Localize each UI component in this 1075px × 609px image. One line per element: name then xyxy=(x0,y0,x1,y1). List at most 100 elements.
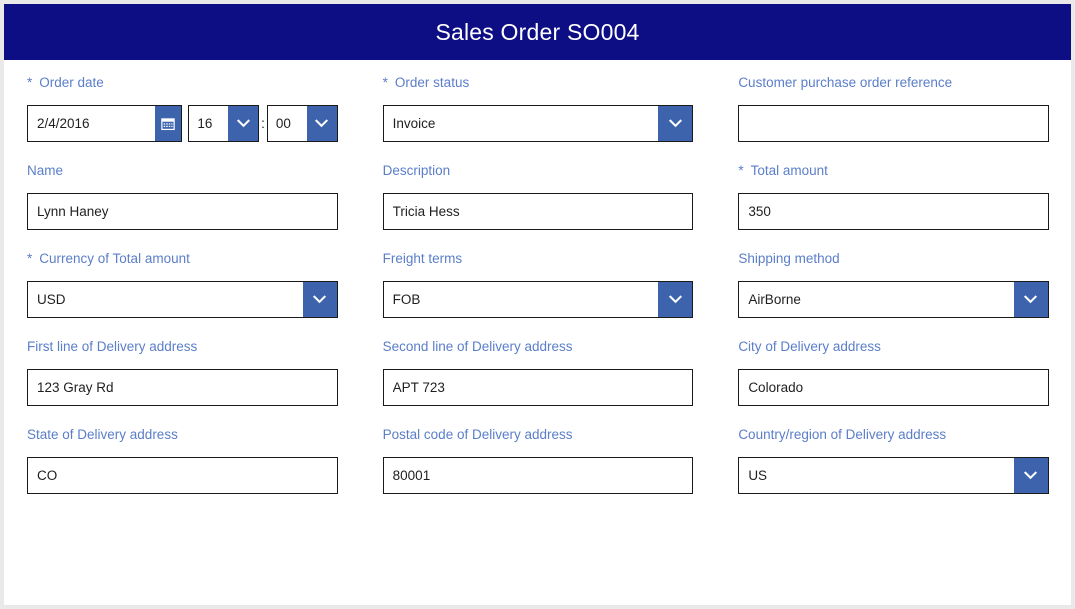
field-control-wrap: APT 723 xyxy=(382,369,694,406)
form-body: * Order date 2/4/2016 16:00 * Order status Inv… xyxy=(4,60,1071,514)
freight-terms-selected-value: FOB xyxy=(392,292,421,307)
order-time-hour-select[interactable]: 16 xyxy=(188,105,260,142)
first-line-of-delivery-address-input[interactable]: 123 Gray Rd xyxy=(27,369,338,406)
field-label-order-date: * Order date xyxy=(27,74,338,91)
total-amount-input[interactable]: 350 xyxy=(738,193,1049,230)
postal-code-of-delivery-address-input[interactable]: 80001 xyxy=(382,457,694,494)
time-separator: : xyxy=(261,116,265,131)
form-field-customer-purchase-order-reference: Customer purchase order reference xyxy=(715,74,1071,162)
required-marker: * xyxy=(738,163,744,178)
form-row: Name Lynn Haney Description Tricia Hess * Tot… xyxy=(4,162,1071,250)
field-label-text: First line of Delivery address xyxy=(27,339,198,354)
field-label-text: City of Delivery address xyxy=(738,339,881,354)
order-status-selected-value: Invoice xyxy=(392,116,436,131)
field-control-wrap xyxy=(738,105,1049,142)
form-row: State of Delivery address CO Postal code o… xyxy=(4,426,1071,514)
field-control-wrap: 350 xyxy=(738,193,1049,230)
field-label-text: Freight terms xyxy=(382,251,463,266)
calendar-icon[interactable] xyxy=(155,106,182,141)
required-marker: * xyxy=(27,251,33,266)
chevron-down-icon[interactable] xyxy=(658,282,693,317)
field-control-wrap: Tricia Hess xyxy=(382,193,694,230)
form-field-name: Name Lynn Haney xyxy=(4,162,360,250)
field-label-customer-purchase-order-reference: Customer purchase order reference xyxy=(738,74,1049,91)
field-label-first-line-of-delivery-address: First line of Delivery address xyxy=(27,338,338,355)
state-of-delivery-address-value: CO xyxy=(37,468,58,483)
state-of-delivery-address-input[interactable]: CO xyxy=(27,457,338,494)
field-label-text: Country/region of Delivery address xyxy=(738,427,947,442)
chevron-down-icon[interactable] xyxy=(302,282,337,317)
form-field-order-status: * Order status Invoice xyxy=(360,74,716,162)
chevron-down-icon[interactable] xyxy=(228,106,259,141)
form-field-freight-terms: Freight terms FOB xyxy=(360,250,716,338)
customer-purchase-order-reference-input[interactable] xyxy=(738,105,1049,142)
field-control-wrap: 80001 xyxy=(382,457,694,494)
shipping-method-select[interactable]: AirBorne xyxy=(738,281,1049,318)
field-label-currency-of-total-amount: * Currency of Total amount xyxy=(27,250,338,267)
field-label-postal-code-of-delivery-address: Postal code of Delivery address xyxy=(383,426,694,443)
currency-of-total-amount-select[interactable]: USD xyxy=(27,281,338,318)
order-date-input[interactable]: 2/4/2016 xyxy=(27,105,183,142)
shipping-method-selected-value: AirBorne xyxy=(748,292,801,307)
country-region-of-delivery-address-select[interactable]: US xyxy=(738,457,1049,494)
field-label-description: Description xyxy=(383,162,694,179)
freight-terms-select[interactable]: FOB xyxy=(382,281,694,318)
field-control-wrap: Invoice xyxy=(382,105,694,142)
field-label-text: State of Delivery address xyxy=(27,427,178,442)
field-label-city-of-delivery-address: City of Delivery address xyxy=(738,338,1049,355)
field-label-text: Total amount xyxy=(750,163,828,178)
chevron-down-icon[interactable] xyxy=(306,106,337,141)
form-row: First line of Delivery address 123 Gray R… xyxy=(4,338,1071,426)
form-field-postal-code-of-delivery-address: Postal code of Delivery address 80001 xyxy=(360,426,716,514)
chevron-down-icon[interactable] xyxy=(1013,282,1048,317)
field-control-wrap: Lynn Haney xyxy=(27,193,338,230)
first-line-of-delivery-address-value: 123 Gray Rd xyxy=(37,380,114,395)
order-time-hour-value: 16 xyxy=(197,116,213,131)
order-time-minute-select[interactable]: 00 xyxy=(266,105,338,142)
second-line-of-delivery-address-value: APT 723 xyxy=(392,380,445,395)
field-label-freight-terms: Freight terms xyxy=(383,250,694,267)
field-label-total-amount: * Total amount xyxy=(738,162,1049,179)
field-control-wrap: AirBorne xyxy=(738,281,1049,318)
name-input[interactable]: Lynn Haney xyxy=(27,193,338,230)
chevron-down-icon[interactable] xyxy=(1013,458,1048,493)
page-title: Sales Order SO004 xyxy=(435,18,640,45)
field-label-text: Currency of Total amount xyxy=(39,251,190,266)
form-field-currency-of-total-amount: * Currency of Total amount USD xyxy=(4,250,360,338)
order-status-select[interactable]: Invoice xyxy=(382,105,694,142)
field-control-wrap: FOB xyxy=(382,281,694,318)
field-label-text: Shipping method xyxy=(738,251,840,266)
order-date-value: 2/4/2016 xyxy=(37,116,90,131)
order-time-minute-value: 00 xyxy=(275,116,291,131)
field-label-shipping-method: Shipping method xyxy=(738,250,1049,267)
field-label-text: Order date xyxy=(39,75,104,90)
form-row: * Currency of Total amount USD Freight term… xyxy=(4,250,1071,338)
field-label-text: Order status xyxy=(394,75,470,90)
field-control-wrap: USD xyxy=(27,281,338,318)
city-of-delivery-address-input[interactable]: Colorado xyxy=(738,369,1049,406)
total-amount-value: 350 xyxy=(748,204,771,219)
field-control-wrap: Colorado xyxy=(738,369,1049,406)
form-header: Sales Order SO004 xyxy=(4,4,1071,60)
field-label-country-region-of-delivery-address: Country/region of Delivery address xyxy=(738,426,1049,443)
field-label-text: Postal code of Delivery address xyxy=(382,427,573,442)
city-of-delivery-address-value: Colorado xyxy=(748,380,804,395)
field-label-text: Second line of Delivery address xyxy=(382,339,573,354)
form-field-total-amount: * Total amount 350 xyxy=(715,162,1071,250)
field-control-wrap: CO xyxy=(27,457,338,494)
required-marker: * xyxy=(382,75,388,90)
second-line-of-delivery-address-input[interactable]: APT 723 xyxy=(382,369,694,406)
field-label-text: Name xyxy=(27,163,64,178)
description-value: Tricia Hess xyxy=(392,204,460,219)
order-date-control-group: 2/4/2016 16:00 xyxy=(27,105,338,142)
form-row: * Order date 2/4/2016 16:00 * Order status Inv… xyxy=(4,74,1071,162)
country-region-of-delivery-address-selected-value: US xyxy=(748,468,768,483)
field-control-wrap: 123 Gray Rd xyxy=(27,369,338,406)
form-field-first-line-of-delivery-address: First line of Delivery address 123 Gray R… xyxy=(4,338,360,426)
field-label-state-of-delivery-address: State of Delivery address xyxy=(27,426,338,443)
chevron-down-icon[interactable] xyxy=(658,106,693,141)
form-field-second-line-of-delivery-address: Second line of Delivery address APT 723 xyxy=(360,338,716,426)
currency-of-total-amount-selected-value: USD xyxy=(37,292,66,307)
description-input[interactable]: Tricia Hess xyxy=(382,193,694,230)
sales-order-form-card: Sales Order SO004 * Order date 2/4/2016 16:… xyxy=(4,4,1071,605)
